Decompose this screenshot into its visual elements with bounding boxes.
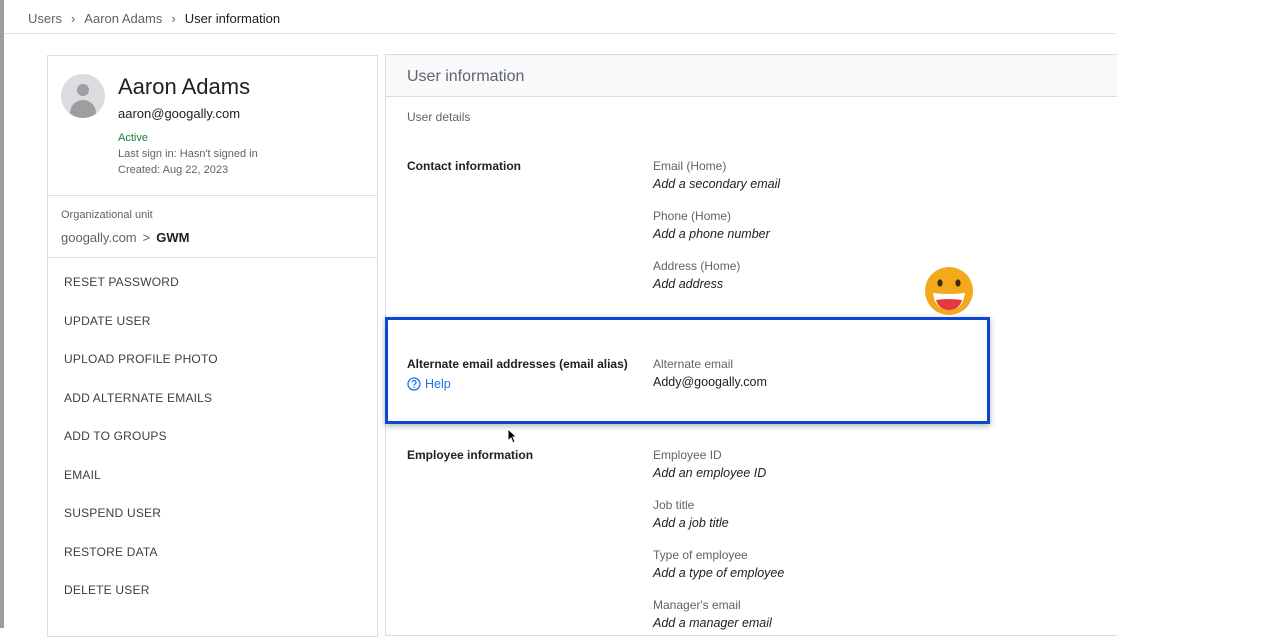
breadcrumb-user[interactable]: Aaron Adams — [84, 11, 162, 26]
breadcrumb-current: User information — [184, 11, 281, 26]
job-title-field[interactable]: Add a job title — [653, 516, 729, 530]
window-left-edge — [0, 0, 4, 628]
chevron-right-icon: › — [171, 11, 176, 26]
mouse-cursor-icon — [507, 428, 517, 444]
org-unit-separator: > — [142, 230, 151, 245]
user-actions-list: RESET PASSWORD UPDATE USER UPLOAD PROFIL… — [64, 275, 218, 622]
restore-data-button[interactable]: RESTORE DATA — [64, 545, 218, 584]
suspend-user-button[interactable]: SUSPEND USER — [64, 506, 218, 545]
update-user-button[interactable]: UPDATE USER — [64, 314, 218, 353]
add-to-groups-button[interactable]: ADD TO GROUPS — [64, 429, 218, 468]
upload-profile-photo-button[interactable]: UPLOAD PROFILE PHOTO — [64, 352, 218, 391]
address-home-field[interactable]: Add address — [653, 277, 723, 291]
grinning-emoji-icon — [925, 267, 973, 315]
highlight-box — [385, 317, 990, 424]
delete-user-button[interactable]: DELETE USER — [64, 583, 218, 622]
org-unit-path: googally.com > GWM — [61, 230, 189, 245]
breadcrumb: Users › Aaron Adams › User information — [28, 11, 280, 26]
org-unit-child: GWM — [156, 230, 190, 245]
divider — [48, 195, 377, 196]
panel-title: User information — [407, 68, 525, 85]
manager-email-label: Manager's email — [653, 598, 741, 612]
last-sign-in: Last sign in: Hasn't signed in — [118, 148, 258, 160]
employee-id-label: Employee ID — [653, 448, 722, 462]
employee-type-label: Type of employee — [653, 548, 748, 562]
user-name: Aaron Adams — [118, 74, 251, 99]
user-profile-card: Aaron Adams aaron@googally.com Active La… — [47, 55, 378, 637]
add-alternate-emails-button[interactable]: ADD ALTERNATE EMAILS — [64, 391, 218, 430]
job-title-label: Job title — [653, 498, 695, 512]
email-button[interactable]: EMAIL — [64, 468, 218, 507]
reset-password-button[interactable]: RESET PASSWORD — [64, 275, 218, 314]
employee-info-title: Employee information — [407, 448, 534, 462]
divider — [48, 257, 377, 258]
contact-info-title: Contact information — [407, 159, 521, 173]
avatar-placeholder-icon[interactable] — [61, 74, 105, 118]
address-home-label: Address (Home) — [653, 259, 741, 273]
breadcrumb-users[interactable]: Users — [28, 11, 62, 26]
user-email: aaron@googally.com — [118, 106, 241, 121]
phone-home-field[interactable]: Add a phone number — [653, 227, 770, 241]
status-badge: Active — [118, 132, 148, 144]
phone-home-label: Phone (Home) — [653, 209, 732, 223]
org-unit-parent: googally.com — [61, 230, 137, 245]
user-details-heading: User details — [407, 110, 471, 124]
panel-header: User information — [386, 55, 1117, 97]
email-home-label: Email (Home) — [653, 159, 727, 173]
email-home-field[interactable]: Add a secondary email — [653, 177, 780, 191]
employee-id-field[interactable]: Add an employee ID — [653, 466, 766, 480]
header-divider — [4, 33, 1116, 34]
chevron-right-icon: › — [70, 11, 76, 26]
created-date: Created: Aug 22, 2023 — [118, 164, 229, 176]
employee-type-field[interactable]: Add a type of employee — [653, 566, 784, 580]
org-unit-label: Organizational unit — [61, 209, 153, 221]
